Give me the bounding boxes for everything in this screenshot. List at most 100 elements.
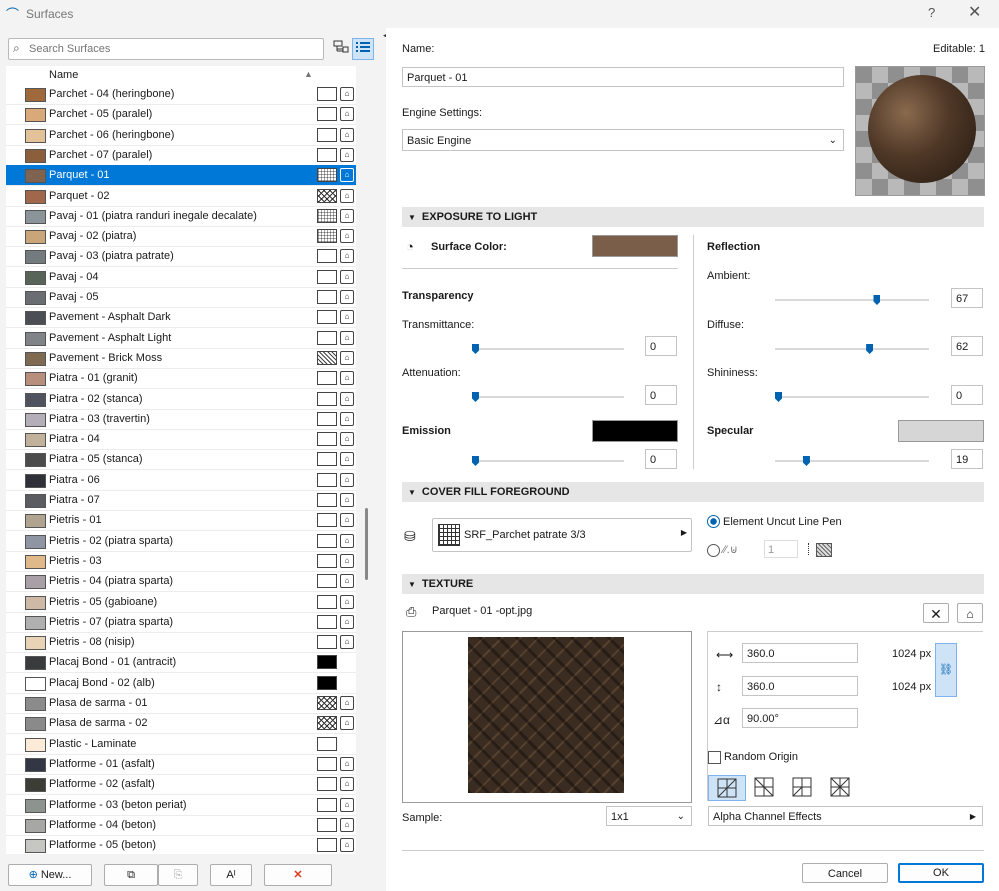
exposure-section-header[interactable]: ▼ EXPOSURE TO LIGHT bbox=[402, 207, 984, 227]
new-surface-button[interactable]: ⊕ New... bbox=[8, 864, 92, 886]
specular-slider[interactable] bbox=[775, 456, 929, 466]
diffuse-slider[interactable] bbox=[775, 344, 929, 354]
slider-thumb[interactable] bbox=[866, 344, 874, 354]
list-item[interactable]: Piatra - 05 (stanca) ⌂ bbox=[6, 449, 356, 471]
slider-thumb[interactable] bbox=[472, 456, 479, 466]
emission-slider[interactable] bbox=[472, 456, 624, 466]
list-item[interactable]: Platforme - 02 (asfalt) ⌂ bbox=[6, 774, 356, 796]
link-proportions-button[interactable]: ⛓ bbox=[935, 643, 957, 697]
surface-color-swatch[interactable] bbox=[592, 235, 678, 257]
search-box[interactable]: ⌕ bbox=[8, 38, 324, 60]
texture-alignment-4-button[interactable] bbox=[822, 775, 858, 799]
specular-field[interactable]: 19 bbox=[951, 449, 983, 469]
list-item[interactable]: Pavement - Asphalt Light ⌂ bbox=[6, 328, 356, 349]
list-view-button[interactable] bbox=[352, 38, 374, 60]
list-item[interactable]: Piatra - 02 (stanca) ⌂ bbox=[6, 389, 356, 410]
list-item[interactable]: Pietris - 08 (nisip) ⌂ bbox=[6, 632, 356, 654]
list-item[interactable]: Plastic - Laminate bbox=[6, 734, 356, 755]
list-item[interactable]: Piatra - 04 ⌂ bbox=[6, 429, 356, 451]
specular-color-swatch[interactable] bbox=[898, 420, 984, 442]
duplicate-button[interactable]: ⧉ bbox=[104, 864, 158, 886]
cover-fill-picker[interactable]: SRF_Parchet patrate 3/3 ▶ bbox=[432, 518, 692, 552]
attenuation-slider[interactable] bbox=[472, 392, 624, 402]
slider-thumb[interactable] bbox=[802, 456, 810, 466]
list-item[interactable]: Placaj Bond - 01 (antracit) bbox=[6, 652, 356, 674]
custom-pen-radio[interactable] bbox=[707, 544, 720, 557]
list-item[interactable]: Pavaj - 04 ⌂ bbox=[6, 267, 356, 288]
browse-texture-button[interactable]: ⌂ bbox=[957, 603, 983, 623]
rename-button[interactable]: Aᴵ bbox=[210, 864, 252, 886]
random-origin-checkbox[interactable] bbox=[708, 751, 721, 764]
list-header[interactable]: Name ▲ bbox=[6, 66, 356, 85]
list-scrollbar[interactable] bbox=[365, 508, 368, 580]
texture-angle-field[interactable]: 90.00° bbox=[742, 708, 858, 728]
texture-height-field[interactable]: 360.0 bbox=[742, 676, 858, 696]
close-icon[interactable]: ✕ bbox=[968, 2, 981, 22]
emission-field[interactable]: 0 bbox=[645, 449, 677, 469]
list-item[interactable]: Pietris - 05 (gabioane) ⌂ bbox=[6, 592, 356, 613]
list-item[interactable]: Pietris - 02 (piatra sparta) ⌂ bbox=[6, 531, 356, 552]
alpha-channel-effects-button[interactable]: Alpha Channel Effects ▶ bbox=[708, 806, 983, 826]
list-item[interactable]: Platforme - 04 (beton) ⌂ bbox=[6, 815, 356, 836]
list-item[interactable]: Piatra - 06 ⌂ bbox=[6, 470, 356, 491]
delete-button[interactable]: ✕ bbox=[264, 864, 332, 886]
list-item[interactable]: Platforme - 01 (asfalt) ⌂ bbox=[6, 754, 356, 775]
texture-alignment-2-button[interactable] bbox=[746, 775, 782, 799]
texture-width-field[interactable]: 360.0 bbox=[742, 643, 858, 663]
pen-number-field[interactable]: 1 bbox=[764, 540, 798, 558]
list-item[interactable]: Plasa de sarma - 01 ⌂ bbox=[6, 693, 356, 714]
list-item[interactable]: Pavement - Asphalt Dark ⌂ bbox=[6, 307, 356, 329]
list-item[interactable]: Plasa de sarma - 02 ⌂ bbox=[6, 713, 356, 735]
slider-thumb[interactable] bbox=[873, 295, 881, 305]
remove-texture-button[interactable]: ✕ bbox=[923, 603, 949, 623]
list-item[interactable]: Parchet - 07 (paralel) ⌂ bbox=[6, 145, 356, 166]
list-item[interactable]: Pavaj - 05 ⌂ bbox=[6, 287, 356, 308]
engine-settings-dropdown[interactable]: Basic Engine ⌄ bbox=[402, 129, 844, 151]
texture-alignment-3-button[interactable] bbox=[784, 775, 820, 799]
list-item[interactable]: Placaj Bond - 02 (alb) bbox=[6, 673, 356, 694]
list-item[interactable]: Platforme - 03 (beton periat) ⌂ bbox=[6, 795, 356, 816]
texture-alignment-1-button[interactable] bbox=[708, 775, 746, 801]
import-button[interactable]: ⎘ bbox=[158, 864, 198, 886]
attenuation-field[interactable]: 0 bbox=[645, 385, 677, 405]
slider-thumb[interactable] bbox=[472, 392, 479, 402]
emission-color-swatch[interactable] bbox=[592, 420, 678, 442]
shininess-slider[interactable] bbox=[775, 392, 929, 402]
help-button[interactable]: ? bbox=[928, 5, 935, 20]
list-item[interactable]: Piatra - 01 (granit) ⌂ bbox=[6, 368, 356, 390]
transmittance-slider[interactable] bbox=[472, 344, 624, 354]
list-item[interactable]: Parquet - 02 ⌂ bbox=[6, 186, 356, 207]
ok-button[interactable]: OK bbox=[898, 863, 984, 883]
diffuse-field[interactable]: 62 bbox=[951, 336, 983, 356]
cancel-button[interactable]: Cancel bbox=[802, 863, 888, 883]
list-item[interactable]: Pietris - 03 ⌂ bbox=[6, 551, 356, 572]
list-item[interactable]: Pietris - 04 (piatra sparta) ⌂ bbox=[6, 571, 356, 593]
element-pen-radio[interactable] bbox=[707, 515, 720, 528]
folder-view-button[interactable] bbox=[330, 38, 352, 60]
list-item[interactable]: Pietris - 07 (piatra sparta) ⌂ bbox=[6, 612, 356, 633]
slider-thumb[interactable] bbox=[775, 392, 782, 402]
name-field[interactable]: Parquet - 01 bbox=[402, 67, 844, 87]
shininess-field[interactable]: 0 bbox=[951, 385, 983, 405]
list-item[interactable]: Pietris - 01 ⌂ bbox=[6, 510, 356, 532]
ambient-field[interactable]: 67 bbox=[951, 288, 983, 308]
list-item[interactable]: Piatra - 07 ⌂ bbox=[6, 490, 356, 511]
surface-list[interactable]: Parchet - 04 (heringbone) ⌂ Parchet - 05 (… bbox=[6, 84, 356, 854]
list-item[interactable]: Parquet - 01 ⌂ bbox=[6, 165, 356, 187]
texture-section-header[interactable]: ▼ TEXTURE bbox=[402, 574, 984, 594]
slider-thumb[interactable] bbox=[472, 344, 479, 354]
list-item[interactable]: Platforme - 05 (beton) ⌂ bbox=[6, 835, 356, 854]
list-item[interactable]: Parchet - 04 (heringbone) ⌂ bbox=[6, 84, 356, 105]
cover-fill-section-header[interactable]: ▼ COVER FILL FOREGROUND bbox=[402, 482, 984, 502]
transmittance-field[interactable]: 0 bbox=[645, 336, 677, 356]
ambient-slider[interactable] bbox=[775, 295, 929, 305]
list-item[interactable]: Pavaj - 01 (piatra randuri inegale decal… bbox=[6, 206, 356, 227]
search-input[interactable] bbox=[29, 40, 317, 57]
list-item[interactable]: Parchet - 05 (paralel) ⌂ bbox=[6, 104, 356, 126]
list-item[interactable]: Pavaj - 03 (piatra patrate) ⌂ bbox=[6, 246, 356, 268]
column-header-name[interactable]: Name bbox=[49, 69, 78, 81]
sample-dropdown[interactable]: 1x1 ⌄ bbox=[606, 806, 692, 826]
list-item[interactable]: Pavaj - 02 (piatra) ⌂ bbox=[6, 226, 356, 248]
background-fill-swatch[interactable] bbox=[816, 543, 832, 557]
list-item[interactable]: Pavement - Brick Moss ⌂ bbox=[6, 348, 356, 369]
